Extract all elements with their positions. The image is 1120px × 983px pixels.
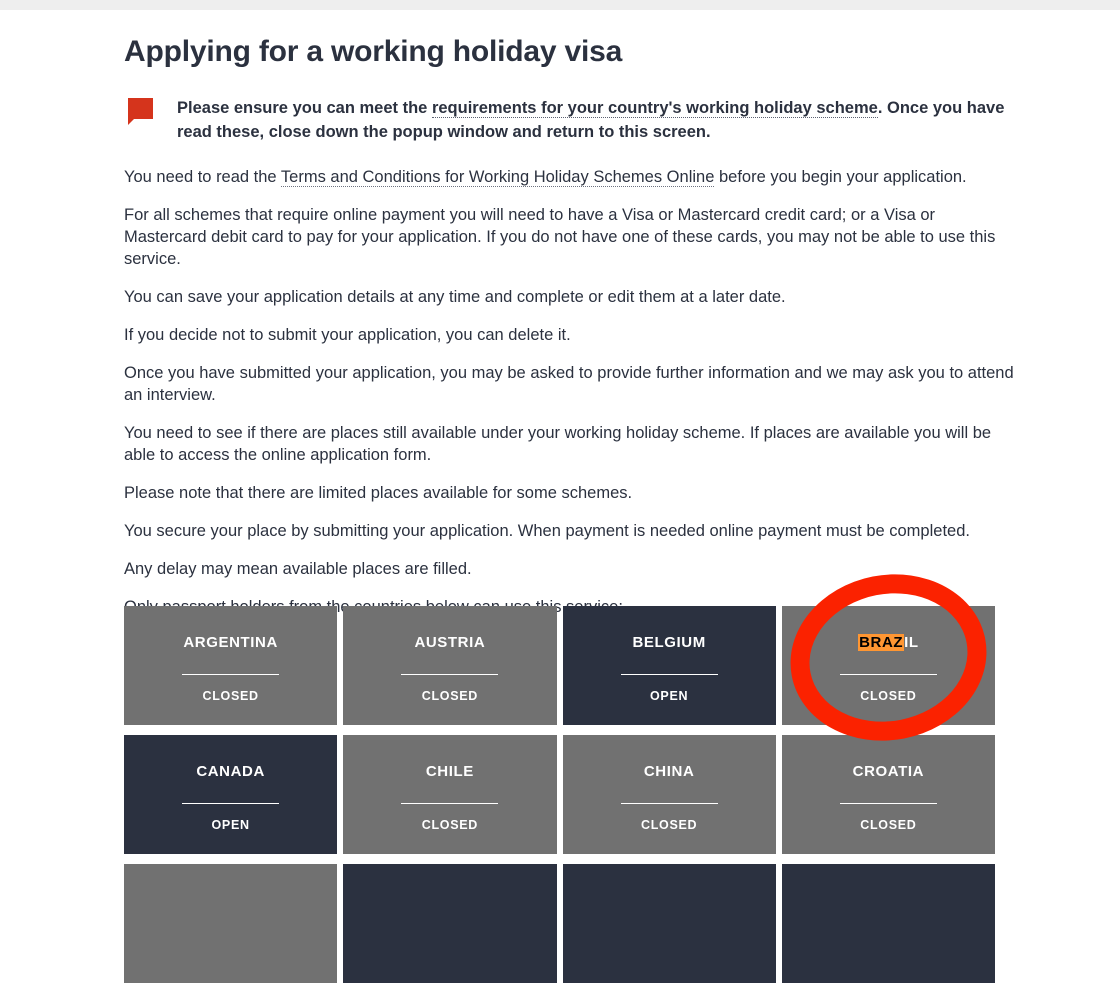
notice-text: Please ensure you can meet the requireme… [177, 96, 1007, 144]
country-name: CROATIA [852, 763, 925, 780]
country-status: OPEN [211, 818, 250, 832]
notice-text-before: Please ensure you can meet the [177, 99, 432, 117]
country-name: ARGENTINA [183, 634, 278, 651]
country-grid: ARGENTINA CLOSED AUSTRIA CLOSED BELGIUM OPEN B… [124, 606, 995, 983]
paragraph-places-available: You need to see if there are places stil… [124, 424, 992, 464]
terms-and-conditions-link[interactable]: Terms and Conditions for Working Holiday… [280, 168, 715, 187]
tile-divider [401, 674, 499, 675]
country-name: AUSTRIA [414, 634, 486, 651]
paragraph-terms: You need to read the Terms and Condition… [124, 166, 1022, 188]
tile-divider [839, 674, 937, 675]
tile-divider [182, 674, 280, 675]
paragraph-payment-cards: For all schemes that require online paym… [124, 206, 996, 268]
paragraph-save-application: You can save your application details at… [124, 288, 786, 306]
country-name: CHILE [425, 763, 474, 780]
tile-divider [401, 803, 499, 804]
country-name: BRAZIL [858, 634, 919, 652]
country-tile-argentina[interactable]: ARGENTINA CLOSED [124, 606, 338, 725]
main-content: Applying for a working holiday visa Plea… [124, 32, 1022, 618]
country-status: CLOSED [202, 689, 259, 703]
tile-divider [620, 803, 718, 804]
tile-divider [839, 803, 937, 804]
tile-divider [182, 803, 280, 804]
country-tile[interactable] [562, 864, 776, 983]
browser-top-strip [0, 0, 1120, 10]
paragraph-secure-place: You secure your place by submitting your… [124, 522, 970, 540]
country-tile-belgium[interactable]: BELGIUM OPEN [562, 606, 776, 725]
paragraph-further-information: Once you have submitted your application… [124, 364, 1014, 404]
country-tile-brazil[interactable]: BRAZIL CLOSED [781, 606, 995, 725]
country-tile-canada[interactable]: CANADA OPEN [124, 735, 338, 854]
country-name: BELGIUM [632, 634, 706, 651]
country-status: CLOSED [640, 818, 698, 832]
requirements-link[interactable]: requirements for your country's working … [431, 99, 878, 118]
paragraph-delay-warning: Any delay may mean available places are … [124, 560, 472, 578]
page-title: Applying for a working holiday visa [124, 35, 623, 68]
country-status: CLOSED [860, 818, 917, 832]
country-name-rest: IL [904, 634, 919, 651]
paragraph-terms-after: before you begin your application. [714, 168, 967, 186]
paragraph-limited-places: Please note that there are limited place… [124, 484, 633, 502]
country-status: CLOSED [860, 689, 917, 703]
page-body: Applying for a working holiday visa Plea… [0, 10, 1120, 983]
paragraph-terms-before: You need to read the [124, 168, 281, 186]
country-tile-china[interactable]: CHINA CLOSED [562, 735, 776, 854]
country-status: CLOSED [421, 818, 479, 832]
country-status: OPEN [650, 689, 689, 703]
country-name: CANADA [196, 763, 265, 780]
country-tile-croatia[interactable]: CROATIA CLOSED [781, 735, 995, 854]
country-tile[interactable] [124, 864, 338, 983]
tile-divider [620, 674, 718, 675]
paragraph-delete-application: If you decide not to submit your applica… [124, 326, 571, 344]
country-tile-chile[interactable]: CHILE CLOSED [343, 735, 557, 854]
search-highlight: BRAZ [858, 634, 905, 651]
country-tile[interactable] [781, 864, 995, 983]
speech-bubble-icon [127, 98, 155, 125]
country-tile-austria[interactable]: AUSTRIA CLOSED [343, 606, 557, 725]
notice-banner: Please ensure you can meet the requireme… [127, 96, 1022, 144]
country-name: CHINA [643, 763, 695, 780]
country-status: CLOSED [421, 689, 479, 703]
body-paragraphs: You need to read the Terms and Condition… [124, 166, 1022, 618]
country-tile[interactable] [343, 864, 557, 983]
